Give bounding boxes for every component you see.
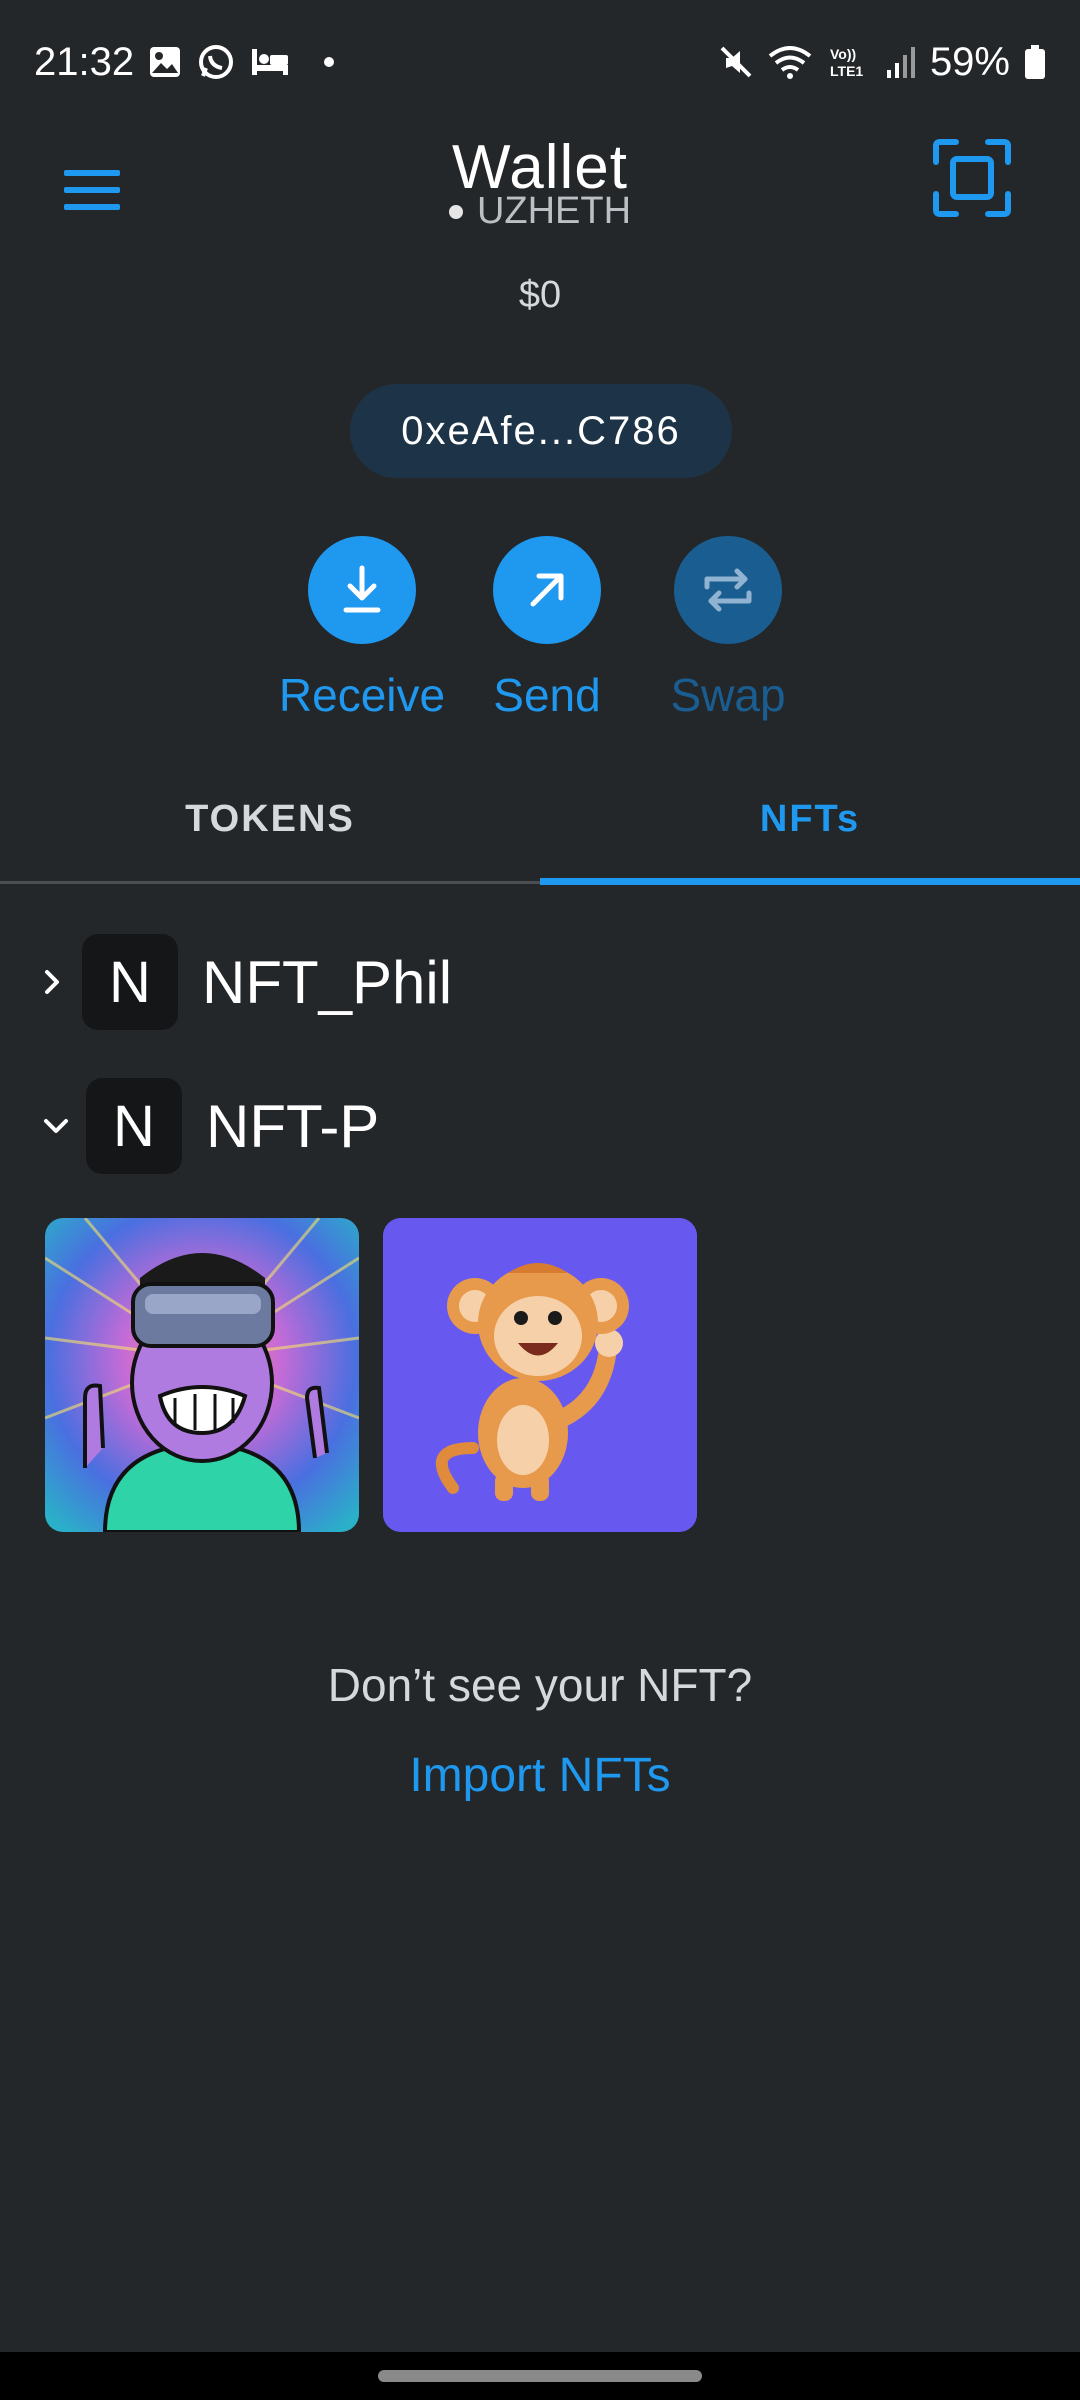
download-icon xyxy=(308,536,416,644)
sleep-icon xyxy=(250,45,290,79)
receive-label: Receive xyxy=(278,669,446,721)
account-balance: $0 xyxy=(518,274,562,316)
network-name: UZHETH xyxy=(476,190,632,232)
import-nfts-link[interactable]: Import NFTs xyxy=(0,1748,1080,1803)
missing-nft-prompt: Don’t see your NFT? xyxy=(327,1659,753,1711)
qr-scan-icon[interactable] xyxy=(932,138,1012,218)
collection-avatar: N xyxy=(82,934,178,1030)
battery-icon xyxy=(1024,44,1046,80)
swap-button[interactable]: Swap xyxy=(658,536,798,722)
volte-icon: Vo)) LTE1 xyxy=(828,44,872,80)
nft-card-monkey[interactable] xyxy=(383,1218,697,1532)
collection-nft-phil[interactable]: N NFT_Phil xyxy=(0,932,1080,1032)
network-selector[interactable]: UZHETH xyxy=(0,190,1080,233)
system-nav-bar xyxy=(0,2352,1080,2400)
clock: 21:32 xyxy=(34,39,135,84)
active-tab-indicator xyxy=(540,878,1080,885)
collection-avatar: N xyxy=(86,1078,182,1174)
network-status-dot xyxy=(448,204,463,219)
gallery-icon xyxy=(148,45,182,79)
signal-icon xyxy=(886,46,916,78)
receive-button[interactable]: Receive xyxy=(274,536,450,722)
wifi-icon xyxy=(768,44,814,80)
send-button[interactable]: Send xyxy=(477,536,617,722)
notification-dot xyxy=(324,57,335,67)
collection-name: NFT-P xyxy=(206,1092,380,1160)
chevron-right-icon xyxy=(22,967,82,997)
svg-text:Vo)): Vo)) xyxy=(830,46,856,62)
tab-tokens[interactable]: TOKENS xyxy=(0,754,540,884)
home-indicator[interactable] xyxy=(378,2370,702,2382)
swap-label: Swap xyxy=(670,669,786,721)
account-address-button[interactable]: 0xeAfe...C786 xyxy=(350,384,732,478)
mute-icon xyxy=(718,44,754,80)
vr-headset-character-image xyxy=(45,1218,359,1532)
collection-name: NFT_Phil xyxy=(202,948,453,1016)
chevron-down-icon xyxy=(26,1116,86,1136)
whatsapp-icon xyxy=(196,42,236,82)
status-bar: 21:32 Vo)) LTE1 59% xyxy=(0,0,1080,124)
svg-text:LTE1: LTE1 xyxy=(830,63,863,79)
asset-tabs: TOKENS NFTs xyxy=(0,754,1080,885)
send-label: Send xyxy=(493,669,601,721)
nft-card-vr-character[interactable] xyxy=(45,1218,359,1532)
battery-percent: 59% xyxy=(929,39,1010,84)
arrow-up-right-icon xyxy=(493,536,601,644)
swap-icon xyxy=(674,536,782,644)
collection-nft-p[interactable]: N NFT-P xyxy=(0,1076,1080,1176)
monkey-image xyxy=(383,1218,697,1532)
tab-nfts[interactable]: NFTs xyxy=(540,754,1080,884)
